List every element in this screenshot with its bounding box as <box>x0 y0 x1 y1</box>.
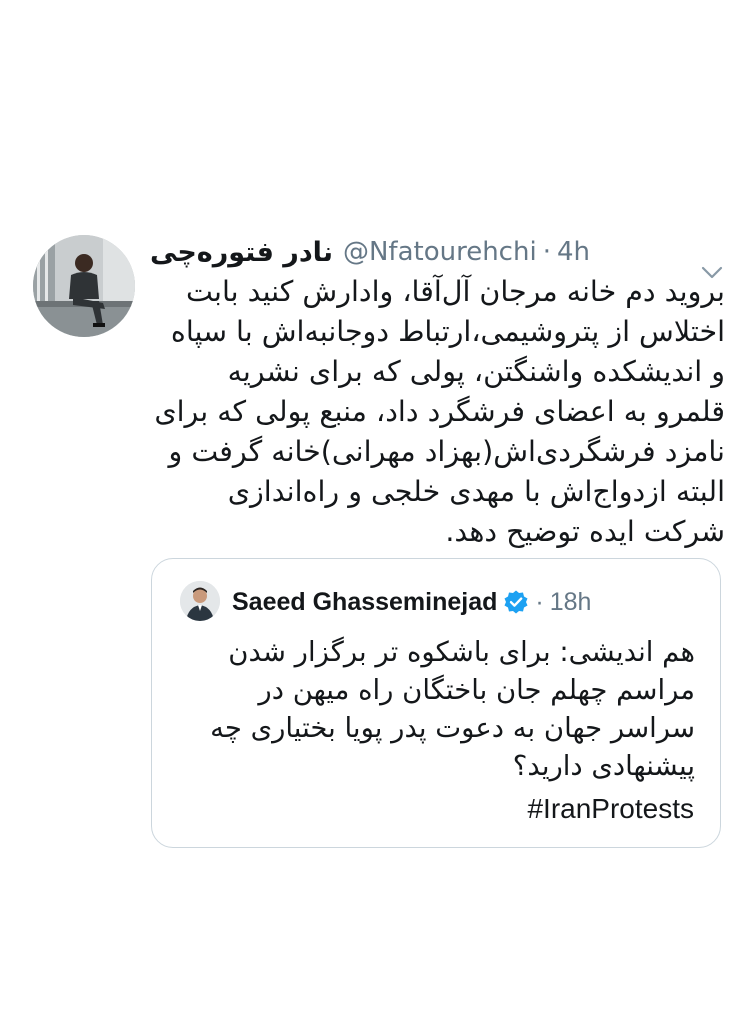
quoted-tweet-card[interactable]: Saeed Ghasseminejad · 18h هم اندیشی: برا… <box>151 558 721 848</box>
quoted-separator-dot: · <box>535 587 544 616</box>
author-avatar[interactable] <box>33 235 135 337</box>
quoted-tweet-timestamp[interactable]: 18h <box>550 588 592 617</box>
author-name[interactable]: نادر فتوره‌چی <box>150 237 333 268</box>
quoted-author-avatar[interactable] <box>180 581 220 621</box>
tweet-body-text: بروید دم خانه مرجان آل‌آقا، وادارش کنید … <box>154 275 725 548</box>
author-handle[interactable]: @Nfatourehchi <box>343 237 537 267</box>
quoted-tweet-header: Saeed Ghasseminejad · 18h <box>232 582 591 622</box>
separator-dot: · <box>542 237 551 267</box>
tweet-timestamp[interactable]: 4h <box>557 237 590 267</box>
quoted-author-name[interactable]: Saeed Ghasseminejad <box>232 588 497 617</box>
verified-badge-icon <box>504 590 528 614</box>
quoted-tweet-body-text: هم اندیشی: برای باشکوه تر برگزار شدن مرا… <box>210 636 695 782</box>
hashtag-link[interactable]: #IranProtests <box>527 793 694 825</box>
tweet-header: نادر فتوره‌چی @Nfatourehchi · 4h <box>150 232 600 272</box>
